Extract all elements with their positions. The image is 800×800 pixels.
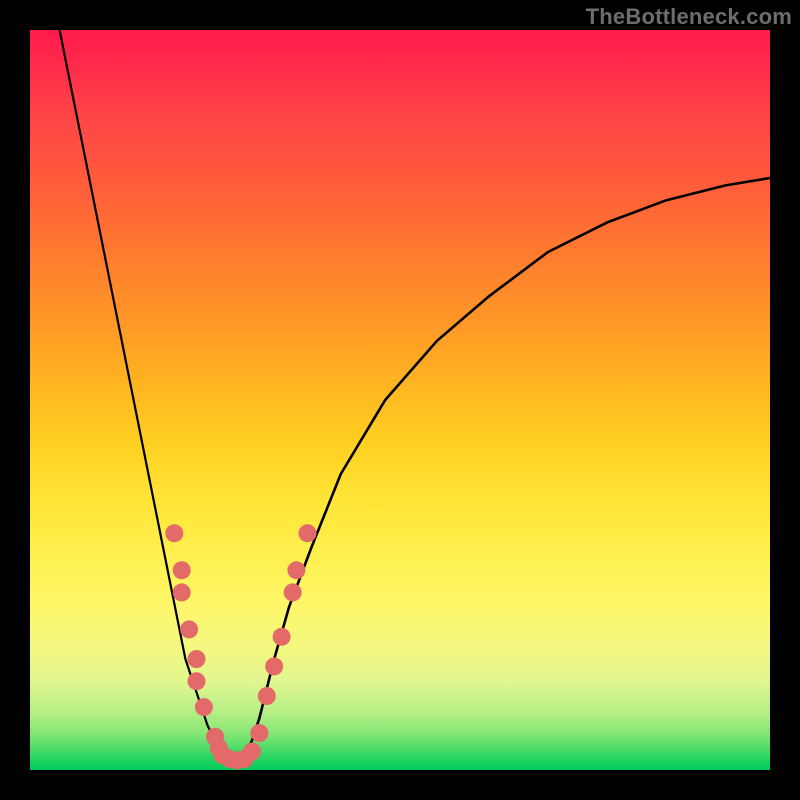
watermark-text: TheBottleneck.com — [586, 4, 792, 30]
scatter-dot — [250, 724, 268, 742]
scatter-dot — [287, 561, 305, 579]
scatter-dot — [284, 583, 302, 601]
scatter-dot — [173, 583, 191, 601]
chart-frame: TheBottleneck.com — [0, 0, 800, 800]
scatter-dot — [265, 657, 283, 675]
scatter-dot — [299, 524, 317, 542]
scatter-dot — [195, 698, 213, 716]
scatter-dot — [188, 650, 206, 668]
scatter-dot — [273, 628, 291, 646]
left-curve — [60, 30, 238, 763]
right-curve — [237, 178, 770, 763]
scatter-dot — [180, 620, 198, 638]
scatter-dot — [188, 672, 206, 690]
scatter-dot — [165, 524, 183, 542]
plot-area — [30, 30, 770, 770]
scatter-dot — [258, 687, 276, 705]
scatter-dot — [243, 743, 261, 761]
scatter-dots-group — [165, 524, 316, 769]
scatter-dot — [173, 561, 191, 579]
curves-layer — [30, 30, 770, 770]
